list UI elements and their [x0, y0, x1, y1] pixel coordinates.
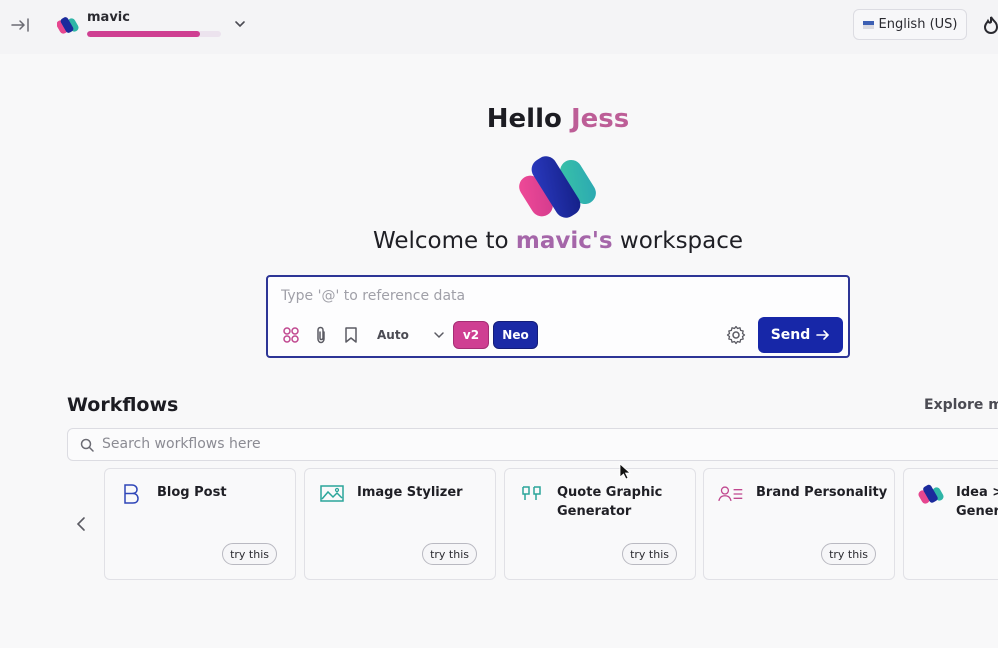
fire-icon[interactable] [983, 15, 998, 35]
workspace-usage-bar [87, 31, 221, 37]
chevron-left-icon [76, 517, 85, 531]
workflow-card-quote-graphic[interactable]: Quote Graphic Generator try this [504, 468, 696, 580]
workflow-card-idea-generator[interactable]: Idea > Genera [903, 468, 998, 580]
blog-b-icon [124, 484, 139, 504]
us-flag-icon [862, 20, 874, 29]
person-list-icon [718, 486, 743, 502]
welcome-heading: Welcome to mavic's workspace [0, 228, 998, 254]
apps-grid-icon [283, 327, 299, 343]
send-label: Send [770, 327, 811, 343]
workflow-card-title: Blog Post [157, 485, 227, 500]
mouse-cursor-icon [619, 463, 631, 480]
try-this-button[interactable]: try this [422, 543, 477, 565]
apps-button[interactable] [281, 325, 301, 345]
arrow-right-icon [816, 330, 830, 340]
chevron-down-icon[interactable] [232, 16, 248, 32]
workflows-heading: Workflows [67, 394, 179, 416]
mavic-logo-icon [918, 484, 944, 504]
quote-icon [522, 486, 541, 500]
paperclip-icon [317, 326, 325, 344]
mavic-logo-icon [57, 17, 79, 34]
chevron-down-icon [434, 332, 444, 339]
image-icon [320, 485, 344, 502]
workflow-card-image-stylizer[interactable]: Image Stylizer try this [304, 468, 496, 580]
workspace-name[interactable]: mavic [87, 10, 130, 25]
language-selector[interactable]: English (US) [853, 9, 967, 40]
greeting-prefix: Hello [486, 104, 562, 134]
workflow-card-title: Image Stylizer [357, 485, 463, 500]
send-button[interactable]: Send [758, 317, 843, 353]
neo-toggle[interactable]: Neo [493, 321, 538, 349]
settings-button[interactable] [726, 325, 746, 345]
arrow-to-line-icon [11, 18, 29, 32]
top-bar: mavic English (US) [0, 0, 998, 54]
workflow-search [67, 428, 998, 461]
workflow-card-brand-personality[interactable]: Brand Personality try this [703, 468, 895, 580]
language-label: English (US) [878, 17, 958, 32]
bookmark-button[interactable] [341, 325, 361, 345]
welcome-prefix: Welcome to [372, 228, 509, 254]
model-select[interactable]: Auto [377, 326, 445, 344]
attach-button[interactable] [311, 325, 331, 345]
expand-sidebar-button[interactable] [10, 14, 32, 36]
prompt-composer: Auto v2 Neo Send [266, 275, 850, 358]
bookmark-icon [345, 327, 357, 343]
mavic-hero-logo [519, 156, 596, 218]
try-this-button[interactable]: try this [222, 543, 277, 565]
search-icon [80, 438, 94, 452]
greeting-name: Jess [570, 104, 630, 134]
gear-icon [726, 325, 746, 345]
try-this-button[interactable]: try this [821, 543, 876, 565]
v2-toggle[interactable]: v2 [453, 321, 489, 349]
welcome-suffix: workspace [619, 228, 744, 254]
workflow-card-blog-post[interactable]: Blog Post try this [104, 468, 296, 580]
model-select-value: Auto [377, 328, 409, 342]
workspace-usage-fill [87, 31, 200, 37]
prompt-input[interactable] [281, 288, 721, 304]
greeting-heading: Hello Jess [0, 104, 998, 134]
workflow-card-title: Quote Graphic Generator [557, 485, 663, 519]
carousel-prev-button[interactable] [72, 514, 90, 534]
workflow-card-title: Idea > Genera [956, 485, 998, 519]
explore-more-link[interactable]: Explore mo [924, 397, 998, 413]
workflow-card-title: Brand Personality [756, 485, 888, 500]
workflow-search-input[interactable] [102, 436, 702, 452]
welcome-brand: mavic's [515, 228, 613, 254]
try-this-button[interactable]: try this [622, 543, 677, 565]
